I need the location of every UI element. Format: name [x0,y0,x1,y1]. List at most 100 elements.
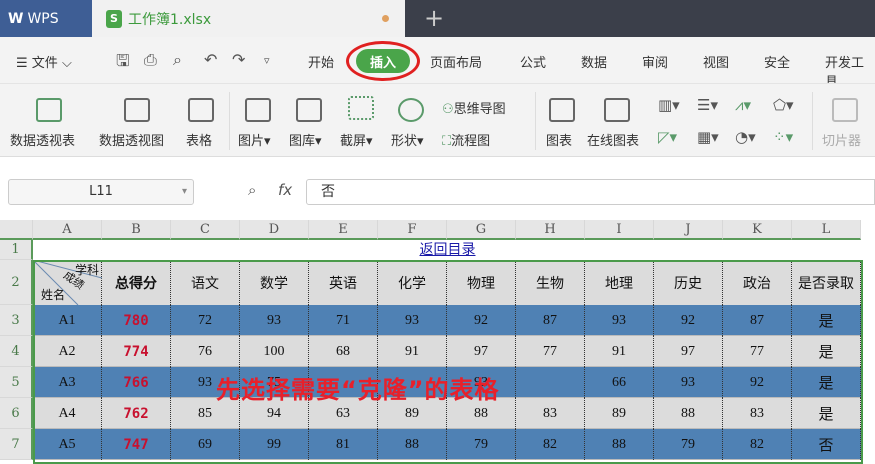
data-cell[interactable]: 是 [792,398,861,429]
data-cell[interactable]: 99 [240,429,309,460]
data-cell[interactable]: 88 [378,429,447,460]
column-header-D[interactable]: D [240,220,309,240]
save-icon[interactable]: 🖫 [116,50,130,77]
online-chart-button[interactable]: 在线图表 [587,130,639,149]
data-cell[interactable]: 97 [654,336,723,367]
data-cell[interactable]: 否 [792,429,861,460]
data-cell[interactable]: 77 [723,336,792,367]
chart-button[interactable]: 图表 [546,130,572,149]
total-score-cell[interactable]: 762 [102,398,171,429]
total-score-cell[interactable]: 774 [102,336,171,367]
total-score-cell[interactable]: 766 [102,367,171,398]
gallery-button[interactable]: 图库▾ [289,130,322,149]
menu-page-layout[interactable]: 页面布局 [430,52,482,71]
name-box[interactable]: L11 ▾ [8,179,194,205]
data-cell[interactable]: 是 [792,305,861,336]
data-cell[interactable]: 88 [585,429,654,460]
name-cell[interactable]: A5 [33,429,102,460]
column-header-B[interactable]: B [102,220,171,240]
select-all-corner[interactable] [0,220,33,240]
data-cell[interactable]: 100 [240,336,309,367]
data-cell[interactable]: 是 [792,367,861,398]
name-cell[interactable]: A1 [33,305,102,336]
bar-chart-icon[interactable]: ☰▾ [697,96,718,114]
mindmap-button[interactable]: ⚇思维导图 [442,98,506,117]
redo-icon[interactable]: ↷ [232,50,245,69]
name-cell[interactable]: A2 [33,336,102,367]
data-cell[interactable]: 72 [171,305,240,336]
data-cell[interactable]: 82 [723,429,792,460]
menu-security[interactable]: 安全 [764,52,790,71]
column-header-I[interactable]: I [585,220,654,240]
new-tab-button[interactable]: + [424,4,444,32]
data-cell[interactable]: 93 [585,305,654,336]
back-to-index-link[interactable]: 返回目录 [33,240,862,260]
row-header-5[interactable]: 5 [0,367,33,398]
data-cell[interactable]: 93 [654,367,723,398]
slicer-button[interactable]: 切片器 [822,130,861,149]
menu-review[interactable]: 审阅 [642,52,668,71]
name-cell[interactable]: A4 [33,398,102,429]
wps-home-tab[interactable]: W WPS [0,0,92,37]
column-header-K[interactable]: K [723,220,792,240]
line-chart-icon[interactable]: ⩘▾ [735,96,751,114]
table-button[interactable]: 表格 [186,130,212,149]
total-score-cell[interactable]: 780 [102,305,171,336]
data-cell[interactable]: 83 [723,398,792,429]
column-header-A[interactable]: A [33,220,102,240]
print-icon[interactable]: ⎙ [144,50,157,70]
fx-icon[interactable]: fx [278,181,292,199]
data-cell[interactable]: 92 [447,305,516,336]
data-cell[interactable]: 87 [723,305,792,336]
name-cell[interactable]: A3 [33,367,102,398]
data-cell[interactable]: 是 [792,336,861,367]
data-cell[interactable]: 68 [309,336,378,367]
row-header-6[interactable]: 6 [0,398,33,429]
row-header-3[interactable]: 3 [0,305,33,336]
data-cell[interactable]: 77 [516,336,585,367]
row-header-2[interactable]: 2 [0,260,33,305]
column-header-H[interactable]: H [516,220,585,240]
row-header-1[interactable]: 1 [0,240,33,260]
data-cell[interactable]: 92 [654,305,723,336]
scatter-chart-icon[interactable]: ⁘▾ [773,128,793,146]
data-cell[interactable]: 91 [585,336,654,367]
column-chart-icon[interactable]: ▥▾ [658,96,680,114]
column-header-C[interactable]: C [171,220,240,240]
shape-button[interactable]: 形状▾ [391,130,424,149]
data-cell[interactable]: 76 [171,336,240,367]
picture-button[interactable]: 图片▾ [238,130,271,149]
print-preview-icon[interactable]: ⌕ [173,50,182,70]
data-cell[interactable]: 88 [654,398,723,429]
column-header-G[interactable]: G [447,220,516,240]
data-cell[interactable]: 81 [309,429,378,460]
data-cell[interactable]: 87 [516,305,585,336]
column-header-L[interactable]: L [792,220,861,240]
data-cell[interactable]: 82 [516,429,585,460]
data-cell[interactable]: 93 [378,305,447,336]
column-header-F[interactable]: F [378,220,447,240]
data-cell[interactable]: 66 [585,367,654,398]
data-cell[interactable] [516,367,585,398]
menu-formula[interactable]: 公式 [520,52,546,71]
data-cell[interactable]: 79 [447,429,516,460]
data-cell[interactable]: 79 [654,429,723,460]
menu-data[interactable]: 数据 [581,52,607,71]
data-cell[interactable]: 92 [723,367,792,398]
area-chart-icon[interactable]: ◸▾ [658,128,677,146]
undo-icon[interactable]: ↶ [204,50,217,69]
pie-chart-icon[interactable]: ◔▾ [735,128,756,146]
menu-start[interactable]: 开始 [308,52,334,71]
radar-chart-icon[interactable]: ⬠▾ [773,96,794,114]
zoom-function-icon[interactable]: ⌕ [248,181,256,199]
data-cell[interactable]: 71 [309,305,378,336]
row-header-4[interactable]: 4 [0,336,33,367]
data-cell[interactable]: 89 [585,398,654,429]
pivot-chart-button[interactable]: 数据透视图 [99,130,164,149]
column-header-J[interactable]: J [654,220,723,240]
file-tab[interactable]: S 工作簿1.xlsx [92,0,405,37]
data-cell[interactable]: 93 [240,305,309,336]
menu-view[interactable]: 视图 [703,52,729,71]
data-cell[interactable]: 91 [378,336,447,367]
formula-input[interactable]: 否 [306,179,875,205]
